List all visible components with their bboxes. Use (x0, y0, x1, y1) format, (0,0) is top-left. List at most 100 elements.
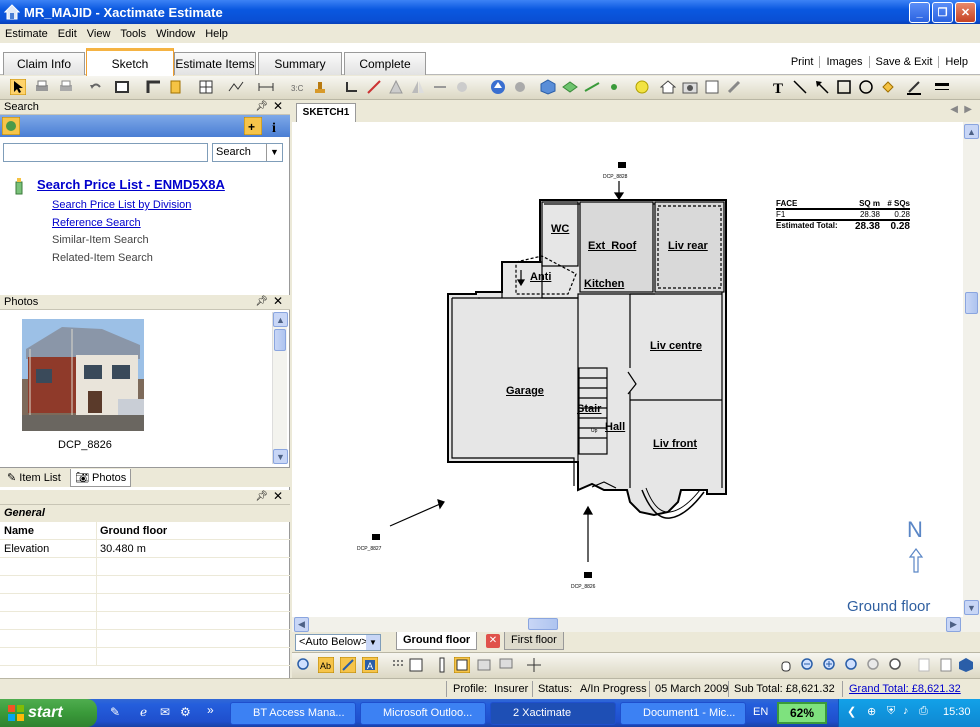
tab-claim-info[interactable]: Claim Info (3, 52, 85, 75)
menu-tools[interactable]: Tools (115, 28, 151, 40)
menu-help[interactable]: Help (200, 28, 233, 40)
sketch-canvas[interactable]: DCP_8828 DCP_8827 DCP_8826 WC Ext_Roof L… (292, 122, 963, 617)
polyline-icon[interactable] (228, 79, 244, 95)
quicklaunch-ie-icon[interactable]: ℯ (140, 705, 147, 719)
tab-summary[interactable]: Summary (258, 52, 342, 75)
close-icon[interactable]: ✕ (273, 294, 283, 308)
door-icon[interactable] (168, 79, 184, 95)
arrow-tool-icon[interactable] (814, 79, 830, 95)
tab-item-list[interactable]: ✎ Item List (3, 469, 65, 487)
pen-color-icon[interactable] (906, 79, 922, 95)
images-link[interactable]: Images (819, 56, 868, 68)
sketch-vertical-scrollbar[interactable]: ▲ ▼ (963, 122, 980, 617)
price-list-icon[interactable] (2, 117, 20, 135)
print-icon[interactable] (34, 79, 50, 95)
scroll-down-arrow[interactable]: ▼ (273, 449, 288, 464)
area-label-icon[interactable] (340, 657, 356, 673)
zoom-select-icon[interactable] (296, 657, 312, 673)
crosshair-icon[interactable] (526, 657, 542, 673)
photo-icon[interactable] (682, 79, 698, 95)
search-price-list-link[interactable]: Search Price List - ENMD5X8A (37, 177, 225, 192)
print-link[interactable]: Print (785, 56, 820, 68)
undo-icon[interactable] (88, 79, 104, 95)
line-weight-icon[interactable] (934, 79, 950, 95)
room-label-kitchen[interactable]: Kitchen (584, 278, 624, 290)
scroll-thumb[interactable] (274, 329, 286, 351)
pin-icon[interactable]: 📌︎ (255, 295, 268, 309)
tab-sketch[interactable]: Sketch (86, 48, 174, 76)
close-icon[interactable]: ✕ (273, 99, 283, 113)
rotate-icon[interactable] (344, 79, 360, 95)
taskbar-item-outlook[interactable]: Microsoft Outloo... (360, 702, 486, 725)
house-photo-thumbnail[interactable] (22, 319, 144, 431)
tab-complete[interactable]: Complete (344, 52, 426, 75)
gear-move-icon[interactable] (512, 79, 528, 95)
zoom-in-icon[interactable] (822, 657, 838, 673)
scroll-right-arrow[interactable]: ▶ (946, 617, 961, 632)
zoom-out-icon[interactable] (800, 657, 816, 673)
line-tool-icon[interactable] (792, 79, 808, 95)
print-preview-icon[interactable] (58, 79, 74, 95)
search-type-select[interactable]: Search ▼ (212, 143, 283, 162)
plane-icon[interactable] (562, 79, 578, 95)
search-input[interactable] (3, 143, 208, 162)
square-view-icon[interactable] (408, 657, 424, 673)
room-label-wc[interactable]: WC (551, 223, 569, 235)
zoom-fit-icon[interactable] (844, 657, 860, 673)
help-link[interactable]: Help (938, 56, 974, 68)
fill-tool-icon[interactable] (880, 79, 896, 95)
save-exit-link[interactable]: Save & Exit (868, 56, 939, 68)
room-label-garage[interactable]: Garage (506, 385, 544, 397)
search-by-division-link[interactable]: Search Price List by Division (52, 199, 191, 211)
tab-scroll-right-icon[interactable]: ▶ (964, 104, 972, 115)
scroll-up-arrow[interactable]: ▲ (964, 124, 979, 139)
clock[interactable]: 15:30 (943, 706, 971, 718)
zoom-window-icon[interactable] (866, 657, 882, 673)
zoom-previous-icon[interactable] (888, 657, 904, 673)
room-label-liv-rear[interactable]: Liv rear (668, 240, 708, 252)
pin-icon[interactable]: 📌︎ (255, 100, 268, 114)
vertical-scroll-thumb[interactable] (965, 292, 978, 314)
ellipse-tool-icon[interactable] (858, 79, 874, 95)
room-label-stair[interactable]: Stair (577, 403, 601, 415)
flip-icon[interactable] (388, 79, 404, 95)
scroll-down-arrow[interactable]: ▼ (964, 600, 979, 615)
pillar-icon[interactable] (434, 657, 450, 673)
cube-icon[interactable] (540, 79, 556, 95)
add-item-icon[interactable]: + (244, 117, 262, 135)
quicklaunch-desktop-icon[interactable]: ✎ (110, 705, 120, 719)
room-label-liv-front[interactable]: Liv front (653, 438, 697, 450)
sketch-horizontal-scrollbar[interactable]: ◀ ▶ (292, 617, 980, 632)
rectangle-tool-icon[interactable] (836, 79, 852, 95)
window-tool-icon[interactable] (198, 79, 214, 95)
close-icon[interactable]: ✕ (273, 489, 283, 503)
restore-button[interactable]: ❐ (932, 2, 953, 23)
taskbar-item-bt-access[interactable]: BT Access Mana... (230, 702, 356, 725)
room-label-ext-roof[interactable]: Ext_Roof (588, 240, 636, 252)
align-icon[interactable] (432, 79, 448, 95)
tab-estimate-items[interactable]: Estimate Items (174, 52, 256, 75)
page-icon[interactable] (916, 657, 932, 673)
label-text-icon[interactable]: Ab (318, 657, 334, 673)
pin-icon[interactable]: 📌︎ (255, 490, 268, 504)
menu-edit[interactable]: Edit (53, 28, 82, 40)
tab-ground-floor[interactable]: Ground floor (396, 632, 478, 650)
roof-facet-icon[interactable] (366, 79, 382, 95)
minimize-button[interactable]: _ (909, 2, 930, 23)
monitor-icon[interactable] (498, 657, 514, 673)
taskbar-item-xactimate[interactable]: 2 Xactimate (490, 702, 616, 725)
tray-printer-icon[interactable]: ⎙ (919, 705, 928, 718)
dimension-icon[interactable] (258, 79, 274, 95)
annotation-icon[interactable]: A (362, 657, 378, 673)
language-indicator[interactable]: EN (753, 706, 768, 718)
grid-dots-icon[interactable] (390, 657, 406, 673)
mirror-icon[interactable] (410, 79, 426, 95)
room-label-anti[interactable]: Anti (530, 271, 551, 283)
grand-total-link[interactable]: Grand Total: £8,621.32 (849, 683, 961, 695)
chevron-down-icon[interactable]: ▼ (366, 635, 380, 650)
tray-security-icon[interactable]: ⛨ (887, 705, 895, 718)
level-select[interactable]: <Auto Below> ▼ (295, 634, 381, 651)
quicklaunch-outlook-icon[interactable]: ✉ (160, 705, 170, 719)
start-button[interactable]: start (0, 699, 97, 727)
menu-view[interactable]: View (82, 28, 116, 40)
